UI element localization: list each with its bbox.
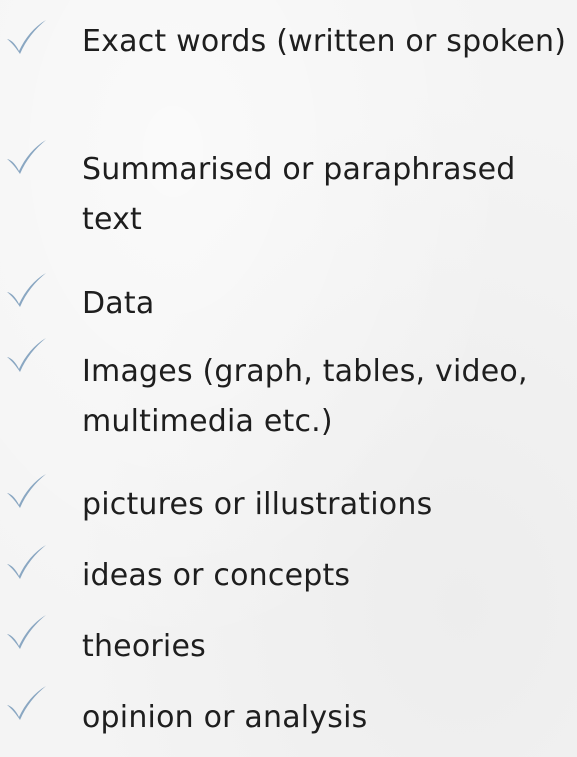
checkmark-icon [4, 543, 48, 581]
checkmark-icon [4, 472, 48, 510]
checkmark-icon [4, 613, 48, 651]
checkmark-icon [4, 684, 48, 722]
list-item-text: pictures or illustrations [82, 487, 433, 522]
checkmark-icon [4, 18, 48, 56]
list-item-text: ideas or concepts [82, 558, 351, 593]
checkmark-icon [4, 336, 48, 374]
list-item-text: Images (graph, tables, video, multimedia… [82, 354, 528, 439]
list-item-text: Summarised or paraphrased text [82, 152, 516, 237]
checkmark-icon [4, 271, 48, 309]
list-item-text: Data [82, 286, 155, 321]
list-item-text: Exact words (written or spoken) [82, 24, 567, 59]
list-item-text: theories [82, 629, 206, 664]
checkmark-icon [4, 138, 48, 176]
list-item-text: opinion or analysis [82, 700, 368, 735]
